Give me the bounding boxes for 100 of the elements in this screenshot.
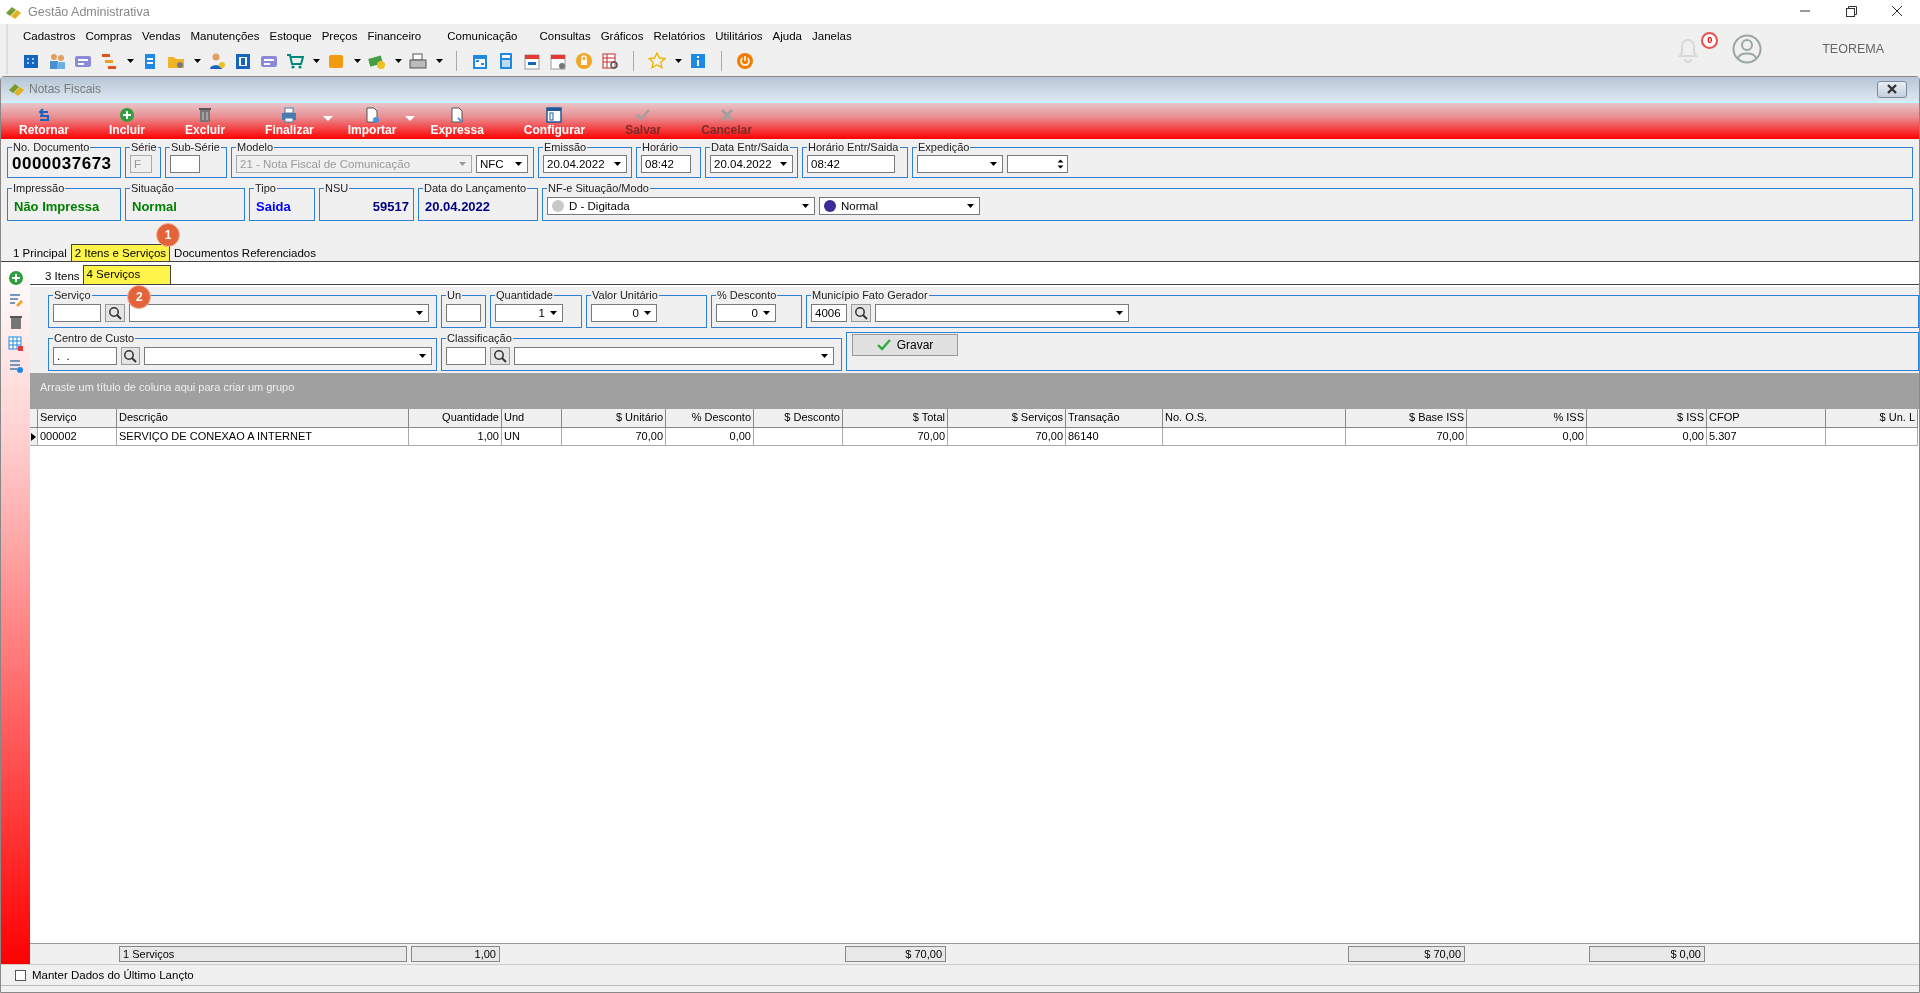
- column-header[interactable]: $ Serviços: [948, 409, 1066, 428]
- table-icon[interactable]: [601, 52, 619, 70]
- dropdown-field[interactable]: 20.04.2022: [710, 155, 793, 173]
- dropdown-field[interactable]: [875, 304, 1129, 322]
- menu-item[interactable]: Utilitários: [710, 30, 768, 42]
- column-header[interactable]: Quantidade: [409, 409, 502, 428]
- dropdown-arrow-icon[interactable]: [321, 115, 334, 123]
- toolbar-button[interactable]: Incluir: [103, 107, 152, 139]
- dropdown-field[interactable]: 0: [716, 304, 776, 322]
- toolbar-button[interactable]: Retornar: [13, 107, 75, 139]
- column-header[interactable]: CFOP: [1707, 409, 1826, 428]
- column-header[interactable]: No. O.S.: [1163, 409, 1346, 428]
- edit-icon[interactable]: [7, 292, 24, 308]
- caret-icon[interactable]: [126, 57, 135, 65]
- input-field[interactable]: [446, 347, 486, 365]
- building-icon[interactable]: [22, 52, 40, 70]
- tab[interactable]: 2 Itens e Serviços: [70, 244, 171, 261]
- input-field[interactable]: [53, 304, 101, 322]
- column-header[interactable]: $ Base ISS: [1346, 409, 1467, 428]
- tab[interactable]: 3 Itens: [42, 268, 83, 284]
- search-button[interactable]: [851, 304, 871, 322]
- caret-icon[interactable]: [394, 57, 403, 65]
- search-button[interactable]: [105, 304, 125, 322]
- toolbar-button[interactable]: Excluir: [179, 107, 232, 139]
- org-chart-icon[interactable]: [100, 52, 118, 70]
- toolbar-button[interactable]: Configurar: [517, 107, 592, 139]
- column-header[interactable]: $ Desconto: [754, 409, 843, 428]
- dropdown-field[interactable]: [917, 155, 1003, 173]
- column-header[interactable]: Descrição: [117, 409, 409, 428]
- menu-item[interactable]: Vendas: [137, 30, 186, 42]
- menu-item[interactable]: Financeiro: [362, 30, 427, 42]
- search-button[interactable]: [120, 347, 140, 365]
- info-icon[interactable]: [689, 52, 707, 70]
- dropdown-field[interactable]: D - Digitada: [547, 197, 815, 215]
- caret-icon[interactable]: [312, 57, 321, 65]
- dropdown-field[interactable]: Normal: [819, 197, 980, 215]
- input-field[interactable]: [446, 304, 481, 322]
- menu-item[interactable]: Manutenções: [185, 30, 265, 42]
- caret-icon[interactable]: [193, 57, 202, 65]
- menu-item[interactable]: Estoque: [264, 30, 317, 42]
- menu-item[interactable]: Consultas: [534, 30, 596, 42]
- input-field[interactable]: 4006: [811, 304, 847, 322]
- calendar-icon[interactable]: [523, 52, 541, 70]
- people-icon[interactable]: [48, 52, 66, 70]
- dropdown-field[interactable]: [129, 304, 429, 322]
- tab[interactable]: 1 Principal: [9, 244, 71, 261]
- menu-item[interactable]: Comunicação: [442, 30, 523, 42]
- column-header[interactable]: % ISS: [1467, 409, 1587, 428]
- input-field[interactable]: [170, 155, 200, 173]
- column-header[interactable]: Serviço: [38, 409, 117, 428]
- menu-item[interactable]: Preços: [316, 30, 363, 42]
- tab[interactable]: 4 Serviços: [82, 265, 172, 284]
- close-button[interactable]: [1877, 80, 1907, 98]
- list-icon[interactable]: [7, 358, 24, 374]
- toolbar-button[interactable]: Expressa: [424, 107, 490, 139]
- power-icon[interactable]: [736, 52, 754, 70]
- tab[interactable]: Documentos Referenciados: [170, 244, 321, 261]
- cart-icon[interactable]: [286, 52, 304, 70]
- column-header[interactable]: $ ISS: [1587, 409, 1707, 428]
- menu-item[interactable]: Ajuda: [767, 30, 807, 42]
- toolbar-button[interactable]: Finalizar: [259, 107, 320, 139]
- spinner-field[interactable]: [1007, 155, 1068, 173]
- save-button[interactable]: Gravar: [852, 334, 958, 356]
- column-header[interactable]: % Desconto: [666, 409, 754, 428]
- dropdown-field[interactable]: 1: [495, 304, 563, 322]
- search-button[interactable]: [490, 347, 510, 365]
- caret-icon[interactable]: [353, 57, 362, 65]
- dropdown-field[interactable]: 20.04.2022: [543, 155, 627, 173]
- input-field[interactable]: 08:42: [641, 155, 691, 173]
- menu-item[interactable]: Janelas: [807, 30, 857, 42]
- calendar-icon[interactable]: [471, 52, 489, 70]
- dropdown-field[interactable]: 0: [591, 304, 657, 322]
- menu-item[interactable]: Relatórios: [648, 30, 711, 42]
- toolbar-button[interactable]: Importar: [341, 107, 403, 139]
- table-icon[interactable]: [7, 336, 24, 352]
- printer-icon[interactable]: [409, 52, 427, 70]
- input-field[interactable]: 08:42: [807, 155, 895, 173]
- calendar-icon[interactable]: [549, 52, 567, 70]
- star-icon[interactable]: [648, 52, 666, 70]
- dropdown-field[interactable]: [143, 347, 432, 365]
- checkbox[interactable]: [15, 969, 26, 981]
- column-header[interactable]: $ Un. L: [1826, 409, 1918, 428]
- dropdown-field[interactable]: NFC: [476, 155, 528, 173]
- menu-item[interactable]: Cadastros: [18, 30, 81, 42]
- column-header[interactable]: Und: [502, 409, 562, 428]
- caret-icon[interactable]: [435, 57, 444, 65]
- dropdown-field[interactable]: [514, 347, 834, 365]
- menu-item[interactable]: Gráficos: [595, 30, 649, 42]
- trash-icon[interactable]: [7, 314, 24, 330]
- input-field[interactable]: . .: [53, 347, 117, 365]
- calculator-icon[interactable]: [497, 52, 515, 70]
- caret-icon[interactable]: [674, 57, 683, 65]
- column-header[interactable]: $ Unitário: [562, 409, 666, 428]
- column-header[interactable]: $ Total: [843, 409, 948, 428]
- avatar-icon[interactable]: [1732, 34, 1763, 64]
- dropdown-arrow-icon[interactable]: [404, 115, 417, 123]
- column-header[interactable]: Transação: [1066, 409, 1163, 428]
- menu-item[interactable]: Compras: [80, 30, 138, 42]
- person-icon[interactable]: [208, 52, 226, 70]
- add-icon[interactable]: [7, 270, 24, 286]
